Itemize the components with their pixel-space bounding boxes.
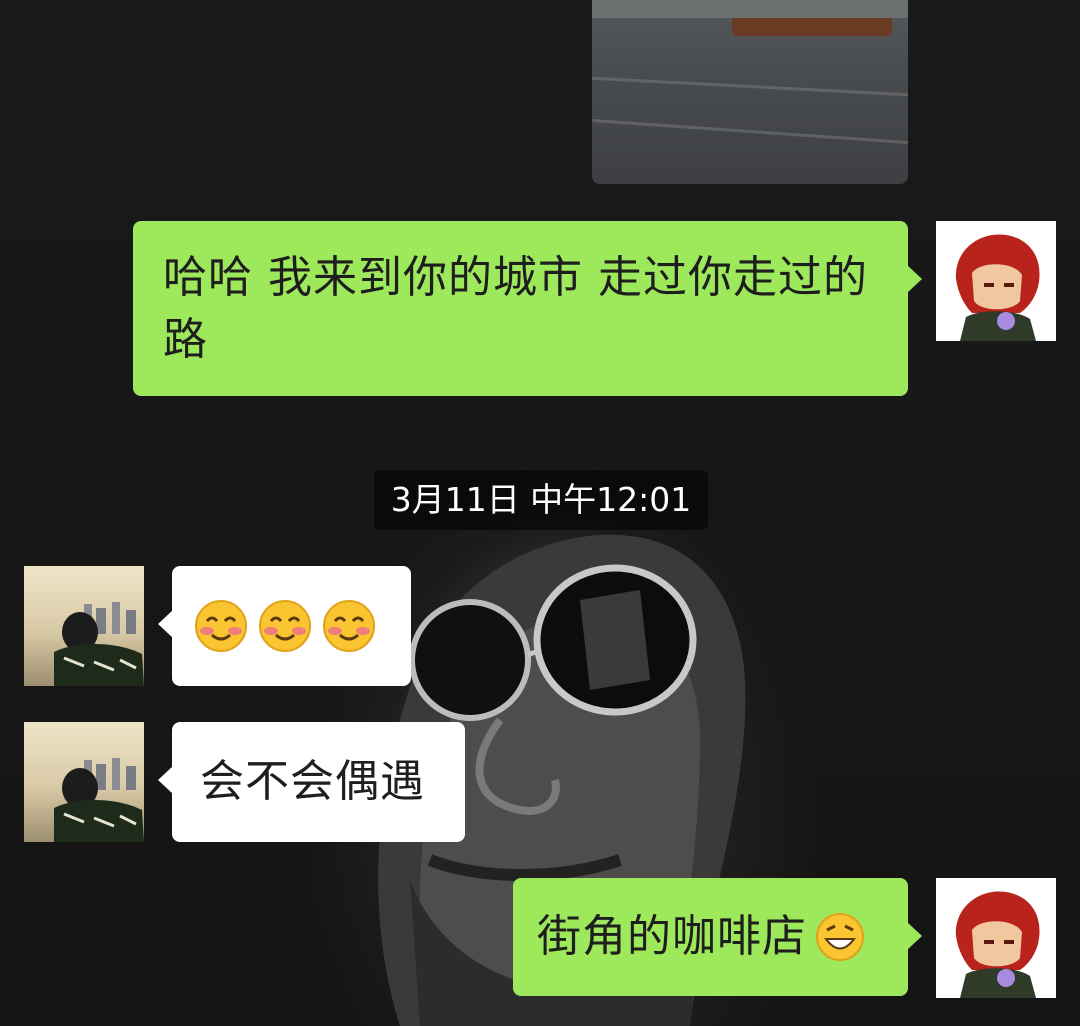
received-message-bubble[interactable]: 会不会偶遇 xyxy=(158,722,465,842)
blush-emoji xyxy=(323,600,375,652)
contact-avatar[interactable] xyxy=(24,566,144,686)
photo-avatar-icon xyxy=(54,602,144,686)
anime-avatar-icon xyxy=(955,891,1040,998)
message-text: 哈哈 我来到你的城市 走过你走过的路 xyxy=(163,252,868,365)
sent-message-bubble[interactable]: 哈哈 我来到你的城市 走过你走过的路 xyxy=(133,221,922,396)
image-detail xyxy=(592,0,908,18)
image-message[interactable] xyxy=(592,0,908,184)
message-content: 街角的咖啡店 xyxy=(537,878,884,996)
timestamp-label: 3月11日 中午12:01 xyxy=(374,470,708,530)
photo-avatar-icon xyxy=(54,758,144,842)
blush-emoji xyxy=(259,600,311,652)
image-detail xyxy=(592,76,908,97)
emoji-row xyxy=(194,566,389,686)
contact-avatar[interactable] xyxy=(24,722,144,842)
grin-emoji xyxy=(816,913,864,961)
message-text: 街角的咖啡店 xyxy=(537,911,807,962)
received-message-bubble[interactable] xyxy=(158,566,411,686)
my-avatar[interactable] xyxy=(936,878,1056,998)
anime-avatar-icon xyxy=(955,234,1040,341)
my-avatar[interactable] xyxy=(936,221,1056,341)
image-detail xyxy=(592,118,908,145)
sent-message-bubble[interactable]: 街角的咖啡店 xyxy=(513,878,922,996)
message-text: 会不会偶遇 xyxy=(200,756,425,807)
blush-emoji xyxy=(195,600,247,652)
